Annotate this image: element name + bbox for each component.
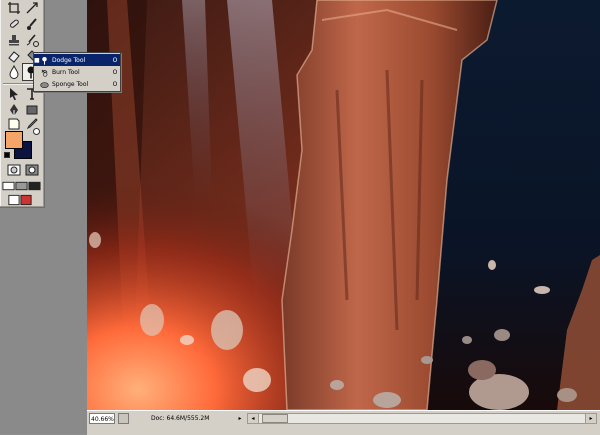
zoom-level-field[interactable]: 40.66% — [89, 413, 115, 424]
scroll-thumb[interactable] — [262, 414, 288, 423]
horizontal-scrollbar[interactable]: ◂ ▸ — [247, 413, 597, 424]
history-brush-icon[interactable] — [24, 32, 40, 48]
path-select-icon[interactable] — [6, 86, 22, 102]
clone-stamp-icon[interactable] — [6, 32, 22, 48]
flyout-item-dodge[interactable]: ■ Dodge Tool O — [34, 54, 120, 66]
foreground-color-swatch[interactable] — [5, 131, 23, 149]
flyout-item-burn[interactable]: Burn Tool O — [34, 66, 120, 78]
slice-icon[interactable] — [24, 0, 40, 16]
flyout-item-sponge[interactable]: Sponge Tool O — [34, 78, 120, 90]
dodge-tool-flyout: ■ Dodge Tool O Burn Tool O Sponge Tool O — [33, 52, 121, 92]
dodge-icon — [39, 55, 49, 65]
document-canvas[interactable] — [87, 0, 600, 410]
swap-colors-icon[interactable] — [33, 128, 40, 135]
crop-icon[interactable] — [6, 0, 22, 16]
burn-icon — [39, 67, 49, 77]
tools-palette — [0, 0, 45, 208]
healing-brush-icon[interactable] — [6, 16, 22, 32]
eraser-icon[interactable] — [6, 48, 22, 64]
flyout-item-label: Dodge Tool — [52, 56, 86, 64]
scroll-right-button[interactable]: ▸ — [585, 414, 596, 423]
blur-icon[interactable] — [6, 64, 22, 80]
quick-mask-icon[interactable] — [24, 162, 40, 178]
shortcut-key: O — [112, 68, 118, 76]
flyout-item-label: Burn Tool — [52, 68, 80, 76]
standard-mode-icon[interactable] — [6, 162, 22, 178]
workspace: ■ Dodge Tool O Burn Tool O Sponge Tool O… — [0, 0, 600, 435]
shortcut-key: O — [112, 80, 118, 88]
status-bar: 40.66% Doc: 64.6M/555.2M ▸ ◂ ▸ — [87, 410, 600, 435]
scroll-left-button[interactable]: ◂ — [248, 414, 259, 423]
jump-to-icon[interactable] — [6, 192, 34, 208]
shortcut-key: O — [112, 56, 118, 64]
status-icon[interactable] — [118, 413, 129, 424]
status-menu-arrow[interactable]: ▸ — [235, 414, 245, 424]
default-colors-icon[interactable] — [4, 152, 10, 158]
notes-icon[interactable] — [6, 116, 22, 132]
flyout-item-label: Sponge Tool — [52, 80, 89, 88]
doc-size-info: Doc: 64.6M/555.2M — [151, 415, 210, 422]
brush-icon[interactable] — [24, 16, 40, 32]
sponge-icon — [39, 79, 49, 89]
